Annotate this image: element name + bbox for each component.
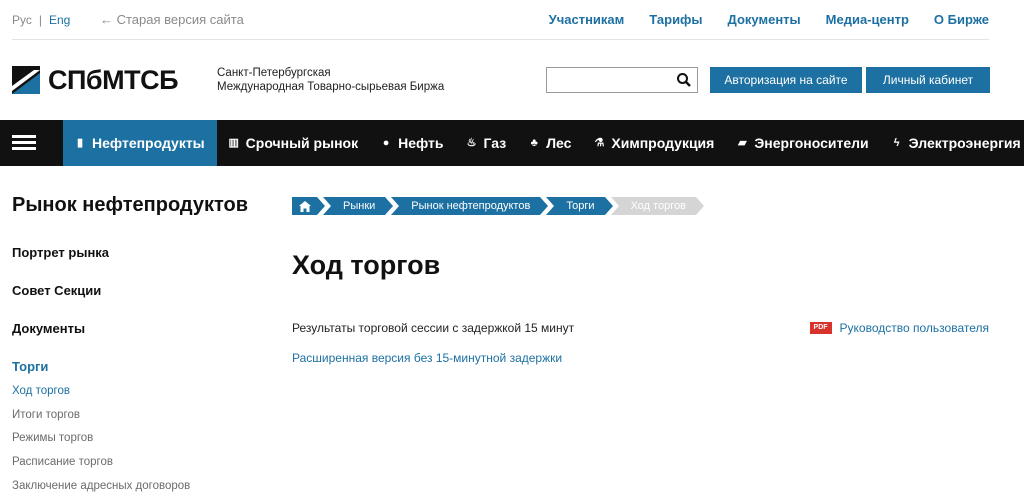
old-version-link[interactable]: ← Старая версия сайта (100, 12, 244, 27)
user-guide-link[interactable]: Руководство пользователя (840, 321, 989, 335)
top-nav-media-center[interactable]: Медиа-центр (826, 12, 909, 27)
search-icon[interactable] (676, 72, 692, 88)
chart-icon: ▥ (228, 137, 239, 149)
nav-item-timber[interactable]: ♣ Лес (517, 120, 582, 166)
nav-item-label: Энергоносители (754, 135, 869, 151)
sidebar-item-trading[interactable]: Торги (12, 359, 48, 374)
top-bar: Рус | Eng ← Старая версия сайта Участникам… (0, 0, 1024, 40)
language-switcher: Рус | Eng (12, 13, 70, 27)
top-nav: Участникам Тарифы Документы Медиа-центр … (549, 12, 989, 27)
flame-icon: ♨ (466, 137, 477, 149)
home-icon (299, 200, 311, 212)
site-header: СПбМТСБ Санкт-Петербургская Международна… (0, 40, 1024, 120)
session-delay-text: Результаты торговой сессии с задержкой 1… (292, 321, 575, 335)
org-name-line1: Санкт-Петербургская (217, 67, 331, 79)
site-login-button[interactable]: Авторизация на сайте (710, 67, 862, 93)
lang-separator: | (38, 13, 42, 27)
nav-item-label: Химпродукция (611, 135, 715, 151)
extended-version-link[interactable]: Расширенная версия без 15-минутной задер… (292, 351, 562, 365)
drop-icon: ● (382, 137, 390, 149)
nav-item-label: Срочный рынок (245, 135, 359, 151)
nav-item-oil-products[interactable]: ▮ Нефтепродукты (63, 120, 217, 166)
nav-item-derivatives[interactable]: ▥ Срочный рынок (217, 120, 369, 166)
org-name-line2: Международная Товарно-сырьевая Биржа (217, 81, 445, 93)
sidebar-subitem-trading-results[interactable]: Итоги торгов (12, 409, 80, 421)
top-nav-about[interactable]: О Бирже (934, 12, 989, 27)
breadcrumb-trading[interactable]: Торги (546, 197, 613, 215)
sidebar-subitem-trading-modes[interactable]: Режимы торгов (12, 432, 93, 444)
main-nav: ▮ Нефтепродукты ▥ Срочный рынок ● Нефть … (0, 120, 1024, 166)
nav-item-energy-carriers[interactable]: ▰ Энергоносители (725, 120, 879, 166)
breadcrumb-oil-products-market[interactable]: Рынок нефтепродуктов (391, 197, 549, 215)
menu-icon[interactable] (12, 135, 36, 151)
breadcrumb-trading-progress: Ход торгов (610, 197, 705, 215)
nav-item-label: Электроэнергия (908, 135, 1021, 151)
page-title: Ход торгов (292, 250, 441, 280)
pdf-icon: PDF (809, 322, 832, 334)
logo[interactable]: СПбМТСБ (12, 66, 178, 94)
sidebar-title: Рынок нефтепродуктов (12, 194, 249, 216)
top-nav-participants[interactable]: Участникам (549, 12, 625, 27)
lightning-icon: ϟ (893, 137, 900, 149)
breadcrumb-markets[interactable]: Рынки (322, 197, 394, 215)
nav-item-label: Лес (546, 135, 572, 151)
organization-name: Санкт-Петербургская Международная Товарн… (217, 66, 444, 94)
canister-icon: ▰ (738, 137, 747, 149)
nav-item-label: Газ (483, 135, 507, 151)
top-nav-documents[interactable]: Документы (728, 12, 801, 27)
top-nav-tariffs[interactable]: Тарифы (649, 12, 702, 27)
tree-icon: ♣ (530, 137, 538, 149)
lang-ru[interactable]: Рус (12, 13, 32, 27)
document-icon: ▮ (76, 137, 84, 149)
personal-account-button[interactable]: Личный кабинет (866, 67, 990, 93)
lang-en[interactable]: Eng (49, 13, 70, 27)
sidebar-item-market-portrait[interactable]: Портрет рынка (12, 245, 109, 260)
nav-item-label: Нефть (398, 135, 444, 151)
logo-mark-icon (12, 66, 40, 94)
search-input[interactable] (546, 67, 698, 93)
breadcrumb-home[interactable] (292, 197, 325, 215)
sidebar-subitem-trading-progress[interactable]: Ход торгов (12, 385, 70, 397)
flask-icon: ⚗ (594, 137, 605, 149)
nav-item-chemicals[interactable]: ⚗ Химпродукция (582, 120, 725, 166)
market-nav-items: ▮ Нефтепродукты ▥ Срочный рынок ● Нефть … (63, 120, 1024, 166)
sidebar-subitem-address-contracts[interactable]: Заключение адресных договоров (12, 480, 190, 492)
sidebar-item-section-council[interactable]: Совет Секции (12, 283, 101, 298)
breadcrumb: Рынки Рынок нефтепродуктов Торги Ход тор… (292, 197, 710, 215)
logo-text: СПбМТСБ (48, 65, 178, 95)
sidebar-subitem-trading-schedule[interactable]: Расписание торгов (12, 456, 113, 468)
user-guide: PDF Руководство пользователя (809, 321, 989, 335)
nav-item-label: Нефтепродукты (92, 135, 205, 151)
nav-item-oil[interactable]: ● Нефть (369, 120, 454, 166)
nav-item-gas[interactable]: ♨ Газ (455, 120, 518, 166)
sidebar-item-documents[interactable]: Документы (12, 321, 85, 336)
nav-item-electricity[interactable]: ϟ Электроэнергия (880, 120, 1024, 166)
